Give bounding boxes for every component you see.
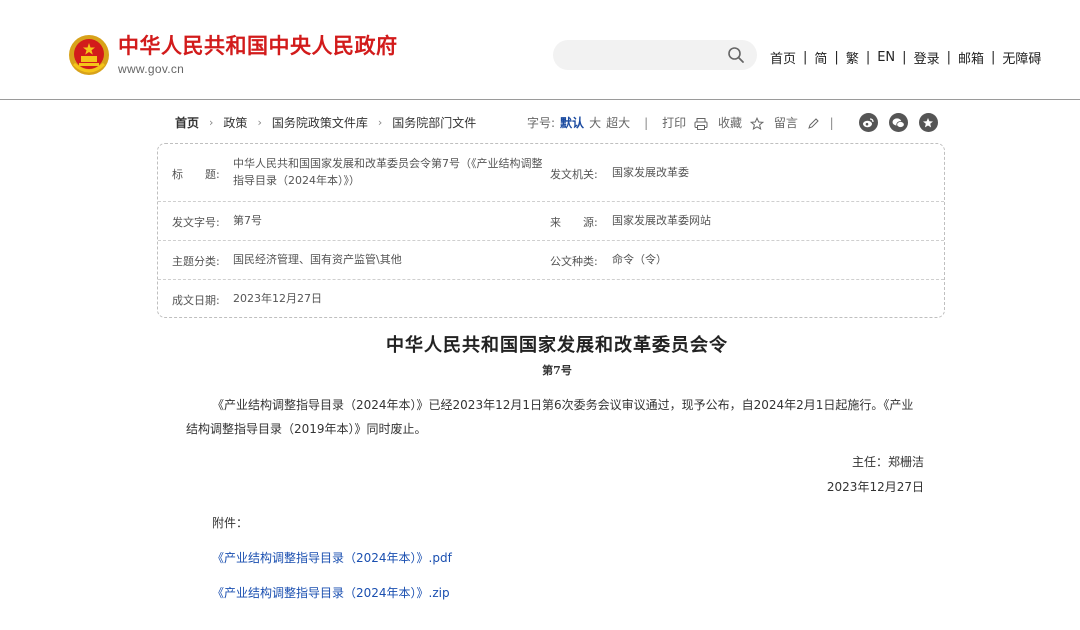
nav-login[interactable]: 登录 — [914, 48, 940, 67]
nav-separator: | — [865, 50, 871, 65]
comment-button[interactable]: 留言 — [774, 114, 820, 131]
article-body: 《产业结构调整指导目录（2024年本）》已经2023年12月1日第6次委务会议审… — [186, 398, 914, 436]
crumb-toolbar: 首页 › 政策 › 国务院政策文件库 › 国务院部门文件 字号: 默认 大 超大… — [0, 101, 1080, 141]
font-size-default[interactable]: 默认 — [560, 114, 584, 131]
meta-row-docno: 发文字号: 第7号 来 源: 国家发展改革委网站 — [158, 202, 944, 241]
breadcrumb-department-docs[interactable]: 国务院部门文件 — [392, 114, 476, 131]
font-size-label: 字号: — [527, 116, 556, 130]
meta-docno-value: 第7号 — [233, 214, 262, 227]
meta-topic-value: 国民经济管理、国有资产监管\其他 — [233, 253, 402, 266]
nav-mailbox[interactable]: 邮箱 — [958, 48, 984, 67]
meta-title-label: 标 题: — [172, 168, 220, 181]
meta-date-value: 2023年12月27日 — [233, 292, 322, 305]
site-header: 中华人民共和国中央人民政府 www.gov.cn 首页 | 简 | 繁 | EN… — [0, 0, 1080, 100]
nav-separator: | — [902, 50, 907, 65]
meta-source-label: 来 源: — [550, 216, 598, 229]
breadcrumb-home[interactable]: 首页 — [175, 114, 199, 131]
chevron-right-icon: › — [209, 116, 214, 129]
article-date: 2023年12月27日 — [826, 480, 924, 494]
nav-simplified[interactable]: 简 — [814, 48, 827, 67]
tools-separator: | — [644, 115, 649, 130]
chevron-right-icon: › — [377, 116, 383, 129]
star-icon — [749, 116, 764, 130]
site-logo[interactable]: 中华人民共和国中央人民政府 www.gov.cn — [68, 34, 398, 76]
favorite-label: 收藏 — [717, 116, 742, 130]
meta-docno-label: 发文字号: — [172, 216, 220, 229]
top-nav: 首页 | 简 | 繁 | EN | 登录 | 邮箱 | 无障碍 — [770, 48, 1041, 67]
article-tools: 字号: 默认 大 超大 | 打印 收藏 留言 | — [527, 113, 938, 132]
site-title: 中华人民共和国中央人民政府 — [118, 34, 398, 58]
favorite-share-icon[interactable] — [918, 113, 938, 132]
breadcrumb-policy[interactable]: 政策 — [223, 114, 247, 131]
meta-source-value: 国家发展改革委网站 — [612, 214, 711, 227]
weibo-share-icon[interactable] — [858, 113, 878, 132]
meta-title-value: 中华人民共和国国家发展和改革委员会令第7号（《产业结构调整 指导目录（2024年… — [233, 155, 553, 189]
meta-topic-label: 主题分类: — [172, 255, 220, 268]
font-size-xlarge[interactable]: 超大 — [606, 114, 630, 131]
favorite-button[interactable]: 收藏 — [718, 114, 764, 131]
national-emblem-icon — [69, 35, 109, 75]
attachment-zip-link[interactable]: 《产业结构调整指导目录（2024年本）》.zip — [212, 584, 450, 601]
search-icon[interactable] — [727, 46, 745, 64]
nav-traditional[interactable]: 繁 — [846, 48, 859, 67]
breadcrumb-policy-library[interactable]: 国务院政策文件库 — [272, 114, 368, 131]
nav-accessibility[interactable]: 无障碍 — [1002, 48, 1041, 67]
nav-separator: | — [990, 50, 996, 65]
print-button[interactable]: 打印 — [662, 114, 708, 131]
nav-home[interactable]: 首页 — [770, 48, 796, 67]
meta-type-label: 公文种类: — [550, 255, 598, 268]
nav-separator: | — [834, 50, 839, 65]
attachment-pdf-link[interactable]: 《产业结构调整指导目录（2024年本）》.pdf — [212, 549, 452, 566]
attachment-label: 附件： — [212, 516, 249, 530]
search-box — [553, 40, 757, 70]
font-size-large[interactable]: 大 — [589, 114, 601, 131]
nav-separator: | — [946, 50, 951, 65]
pencil-icon — [807, 117, 819, 129]
site-url: www.gov.cn — [118, 62, 185, 76]
meta-row-topic: 主题分类: 国民经济管理、国有资产监管\其他 公文种类: 命令（令） — [158, 241, 944, 280]
meta-date-label: 成文日期: — [172, 294, 220, 307]
article-number: 第7号 — [542, 364, 572, 377]
tools-separator: | — [829, 115, 834, 130]
share-group — [848, 113, 938, 132]
nav-separator: | — [803, 50, 808, 65]
comment-label: 留言 — [773, 116, 798, 130]
breadcrumb: 首页 › 政策 › 国务院政策文件库 › 国务院部门文件 — [175, 114, 476, 131]
meta-issuer-label: 发文机关: — [550, 168, 598, 181]
document-metadata: 标 题: 中华人民共和国国家发展和改革委员会令第7号（《产业结构调整 指导目录（… — [157, 143, 945, 318]
chevron-right-icon: › — [257, 116, 262, 129]
article-title: 中华人民共和国国家发展和改革委员会令 — [386, 335, 728, 356]
article-signer: 主任：郑栅洁 — [851, 455, 924, 469]
meta-issuer-value: 国家发展改革委 — [612, 166, 689, 179]
print-label: 打印 — [662, 116, 687, 130]
meta-row-date: 成文日期: 2023年12月27日 — [158, 280, 944, 318]
meta-title-line1: 中华人民共和国国家发展和改革委员会令第7号（《产业结构调整 — [233, 157, 543, 170]
nav-english[interactable]: EN — [877, 50, 895, 65]
meta-title-line2: 指导目录（2024年本）》） — [233, 174, 360, 187]
meta-type-value: 命令（令） — [612, 253, 667, 266]
search-input[interactable] — [567, 46, 727, 64]
printer-icon — [694, 117, 708, 130]
meta-row-title: 标 题: 中华人民共和国国家发展和改革委员会令第7号（《产业结构调整 指导目录（… — [158, 144, 944, 202]
wechat-share-icon[interactable] — [888, 113, 908, 132]
